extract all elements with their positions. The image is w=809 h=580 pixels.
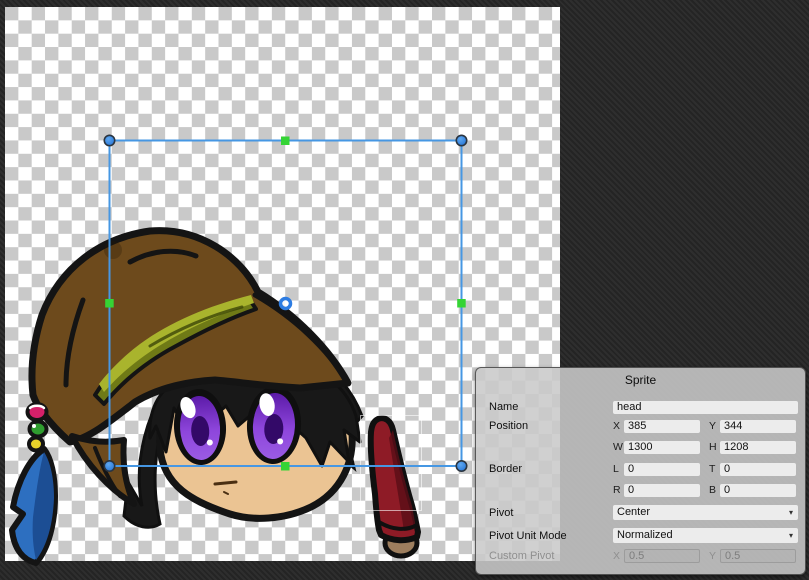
- edge-handle-left[interactable]: [105, 299, 114, 308]
- pivot-indicator[interactable]: [281, 299, 291, 309]
- custom-pivot-y-field: 0.5: [720, 549, 796, 563]
- name-label: Name: [489, 401, 613, 413]
- position-y-label: Y: [709, 420, 720, 432]
- corner-handle-bottom-right[interactable]: [456, 461, 466, 471]
- border-label: Border: [489, 463, 613, 475]
- border-b-field[interactable]: 0: [720, 484, 796, 497]
- position-label: Position: [489, 420, 613, 432]
- sprite-inspector-panel: Sprite Name head Position X 385 Y 344 W …: [475, 367, 806, 575]
- bead-green: [30, 422, 47, 437]
- border-l-label: L: [613, 463, 624, 475]
- pivot-dropdown-value: Center: [617, 506, 650, 518]
- dropdown-arrow-icon: ▾: [789, 528, 793, 543]
- position-w-label: W: [613, 441, 624, 453]
- custom-pivot-y-label: Y: [709, 550, 720, 562]
- corner-handle-top-left[interactable]: [104, 135, 114, 145]
- border-l-field[interactable]: 0: [624, 463, 700, 476]
- pivot-unit-mode-dropdown[interactable]: Normalized ▾: [613, 528, 798, 543]
- sprite-editor-window: { "panel": { "title": "Sprite", "name": …: [0, 0, 809, 580]
- hat-beads: [28, 404, 47, 451]
- position-x-field[interactable]: 385: [624, 420, 700, 433]
- panel-title: Sprite: [476, 373, 805, 387]
- mouth: [215, 482, 236, 484]
- dropdown-arrow-icon: ▾: [789, 505, 793, 520]
- custom-pivot-label: Custom Pivot: [489, 550, 613, 562]
- custom-pivot-x-field: 0.5: [624, 549, 700, 563]
- position-x-label: X: [613, 420, 624, 432]
- position-h-field[interactable]: 1208: [720, 441, 796, 454]
- position-h-label: H: [709, 441, 720, 453]
- sprite-artwork-sleeve[interactable]: [371, 418, 418, 556]
- name-field[interactable]: head: [613, 401, 798, 414]
- hat-smudge: [104, 241, 122, 259]
- pivot-unit-mode-dropdown-value: Normalized: [617, 529, 673, 541]
- border-t-label: T: [709, 463, 720, 475]
- border-r-field[interactable]: 0: [624, 484, 700, 497]
- edge-handle-right[interactable]: [457, 299, 466, 308]
- border-t-field[interactable]: 0: [720, 463, 796, 476]
- edge-handle-top[interactable]: [281, 137, 290, 146]
- feather: [12, 449, 55, 563]
- border-r-label: R: [613, 484, 624, 496]
- corner-handle-top-right[interactable]: [456, 135, 466, 145]
- edge-handle-bottom[interactable]: [281, 462, 290, 471]
- position-w-field[interactable]: 1300: [624, 441, 700, 454]
- sprite-artwork-head[interactable]: [12, 231, 362, 563]
- position-y-field[interactable]: 344: [720, 420, 796, 433]
- pivot-unit-mode-label: Pivot Unit Mode: [489, 530, 613, 542]
- border-b-label: B: [709, 484, 720, 496]
- custom-pivot-x-label: X: [613, 550, 624, 562]
- pivot-dropdown[interactable]: Center ▾: [613, 505, 798, 520]
- corner-handle-bottom-left[interactable]: [104, 461, 114, 471]
- pivot-label: Pivot: [489, 507, 613, 519]
